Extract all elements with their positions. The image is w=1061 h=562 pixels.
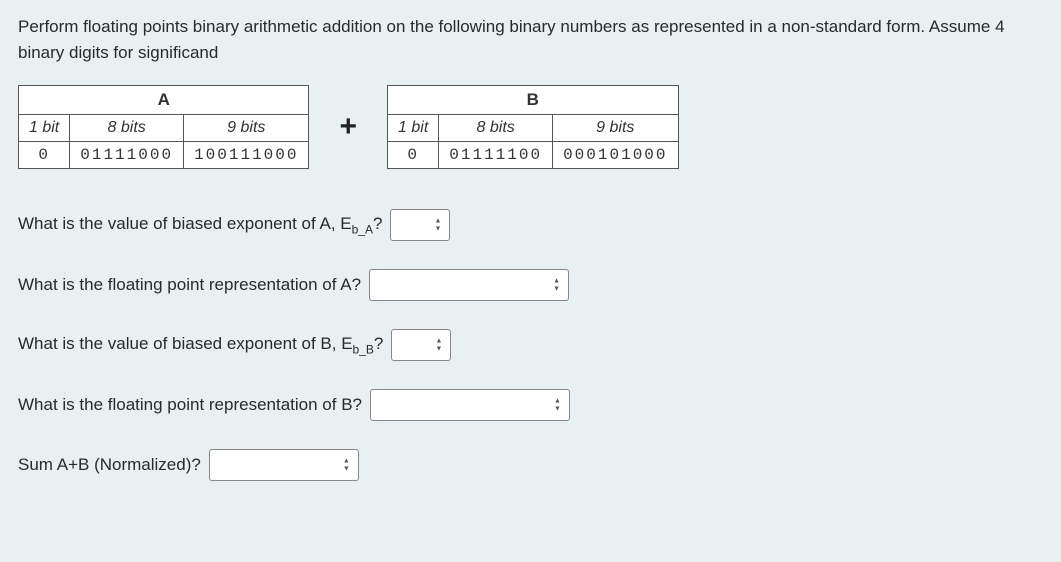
table-b-value-2: 000101000 xyxy=(553,142,678,169)
question-3: What is the value of biased exponent of … xyxy=(18,329,1043,361)
q3-label: What is the value of biased exponent of … xyxy=(18,334,383,356)
q5-select[interactable]: ▲▼ xyxy=(209,449,359,481)
table-b: B 1 bit 8 bits 9 bits 0 01111100 0001010… xyxy=(387,85,678,169)
table-a-value-1: 01111000 xyxy=(70,142,184,169)
tables-container: A 1 bit 8 bits 9 bits 0 01111000 1001110… xyxy=(18,85,1043,169)
table-a-header-1: 8 bits xyxy=(70,115,184,142)
q2-label: What is the floating point representatio… xyxy=(18,275,361,295)
table-a-title: A xyxy=(19,86,309,115)
updown-icon: ▲▼ xyxy=(435,338,442,353)
table-b-value-0: 0 xyxy=(388,142,439,169)
question-1: What is the value of biased exponent of … xyxy=(18,209,1043,241)
question-4: What is the floating point representatio… xyxy=(18,389,1043,421)
updown-icon: ▲▼ xyxy=(343,458,350,473)
q2-select[interactable]: ▲▼ xyxy=(369,269,569,301)
table-b-title: B xyxy=(388,86,678,115)
table-a: A 1 bit 8 bits 9 bits 0 01111000 1001110… xyxy=(18,85,309,169)
q1-label: What is the value of biased exponent of … xyxy=(18,214,382,236)
table-a-header-0: 1 bit xyxy=(19,115,70,142)
table-b-header-2: 9 bits xyxy=(553,115,678,142)
updown-icon: ▲▼ xyxy=(553,278,560,293)
q5-label: Sum A+B (Normalized)? xyxy=(18,455,201,475)
q3-select[interactable]: ▲▼ xyxy=(391,329,451,361)
table-a-value-0: 0 xyxy=(19,142,70,169)
q4-select[interactable]: ▲▼ xyxy=(370,389,570,421)
updown-icon: ▲▼ xyxy=(435,218,442,233)
table-a-header-2: 9 bits xyxy=(184,115,309,142)
question-2: What is the floating point representatio… xyxy=(18,269,1043,301)
table-b-header-0: 1 bit xyxy=(388,115,439,142)
plus-symbol: + xyxy=(333,110,363,144)
table-b-header-1: 8 bits xyxy=(439,115,553,142)
question-5: Sum A+B (Normalized)? ▲▼ xyxy=(18,449,1043,481)
table-a-value-2: 100111000 xyxy=(184,142,309,169)
updown-icon: ▲▼ xyxy=(554,398,561,413)
q1-select[interactable]: ▲▼ xyxy=(390,209,450,241)
question-text: Perform floating points binary arithmeti… xyxy=(18,14,1043,65)
table-b-value-1: 01111100 xyxy=(439,142,553,169)
q4-label: What is the floating point representatio… xyxy=(18,395,362,415)
